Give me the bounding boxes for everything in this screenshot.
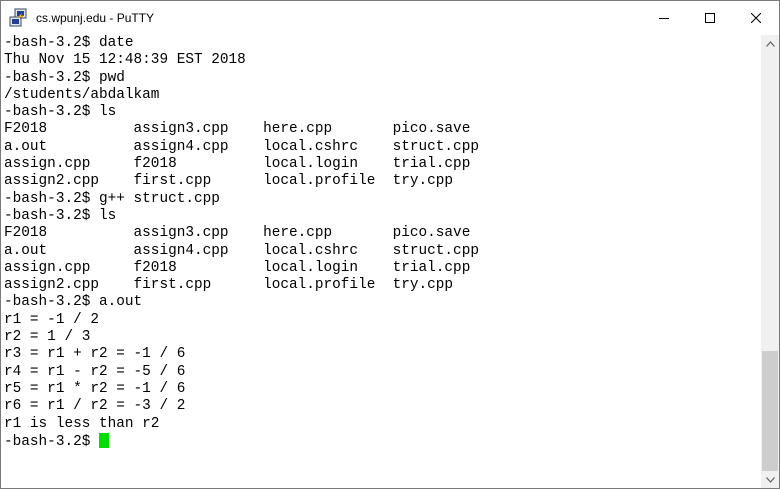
terminal-line: /students/abdalkam: [4, 86, 160, 103]
scroll-up-button[interactable]: [761, 35, 779, 52]
terminal-line: F2018 assign3.cpp here.cpp pico.save: [4, 121, 471, 138]
terminal-line: r1 = -1 / 2: [4, 311, 99, 328]
terminal-line: r3 = r1 + r2 = -1 / 6: [4, 346, 186, 363]
terminal-line: -bash-3.2$ g++ struct.cpp: [4, 190, 220, 207]
maximize-icon: [705, 13, 715, 23]
minimize-icon: [659, 18, 669, 19]
terminal-line: -bash-3.2$ ls: [4, 104, 117, 121]
terminal-output[interactable]: -bash-3.2$ date Thu Nov 15 12:48:39 EST …: [1, 35, 761, 488]
prompt-text: -bash-3.2$: [4, 433, 99, 450]
terminal-line: assign.cpp f2018 local.login trial.cpp: [4, 259, 471, 276]
window-title: cs.wpunj.edu - PuTTY: [36, 11, 155, 25]
terminal-line: -bash-3.2$ pwd: [4, 69, 125, 86]
terminal-line: r1 is less than r2: [4, 415, 160, 432]
terminal-line: r4 = r1 - r2 = -5 / 6: [4, 363, 186, 380]
putty-icon[interactable]: [9, 8, 29, 28]
window-controls: [641, 1, 779, 35]
putty-window: cs.wpunj.edu - PuTTY -bash-3.2$ date Thu…: [0, 0, 780, 489]
terminal-line: r6 = r1 / r2 = -3 / 2: [4, 398, 186, 415]
terminal-cursor: [99, 432, 109, 448]
close-icon: [751, 13, 761, 23]
terminal-line: Thu Nov 15 12:48:39 EST 2018: [4, 52, 246, 69]
terminal-line: r5 = r1 * r2 = -1 / 6: [4, 380, 186, 397]
title-bar[interactable]: cs.wpunj.edu - PuTTY: [1, 1, 779, 35]
minimize-button[interactable]: [641, 1, 687, 35]
scroll-down-button[interactable]: [761, 471, 779, 488]
terminal-line: -bash-3.2$ ls: [4, 207, 117, 224]
terminal-line: F2018 assign3.cpp here.cpp pico.save: [4, 225, 471, 242]
terminal-line: -bash-3.2$ a.out: [4, 294, 143, 311]
terminal-line: -bash-3.2$ date: [4, 35, 134, 51]
scroll-thumb[interactable]: [762, 351, 778, 471]
terminal-line: assign2.cpp first.cpp local.profile try.…: [4, 277, 454, 294]
terminal-line: a.out assign4.cpp local.cshrc struct.cpp: [4, 138, 479, 155]
maximize-button[interactable]: [687, 1, 733, 35]
terminal-line: assign.cpp f2018 local.login trial.cpp: [4, 156, 471, 173]
chevron-down-icon: [765, 476, 775, 483]
terminal-line: a.out assign4.cpp local.cshrc struct.cpp: [4, 242, 479, 259]
chevron-up-icon: [765, 40, 775, 47]
prompt-line[interactable]: -bash-3.2$: [1, 432, 761, 450]
close-button[interactable]: [733, 1, 779, 35]
vertical-scrollbar[interactable]: [761, 35, 779, 488]
terminal-line: r2 = 1 / 3: [4, 329, 91, 346]
terminal-line: assign2.cpp first.cpp local.profile try.…: [4, 173, 454, 190]
